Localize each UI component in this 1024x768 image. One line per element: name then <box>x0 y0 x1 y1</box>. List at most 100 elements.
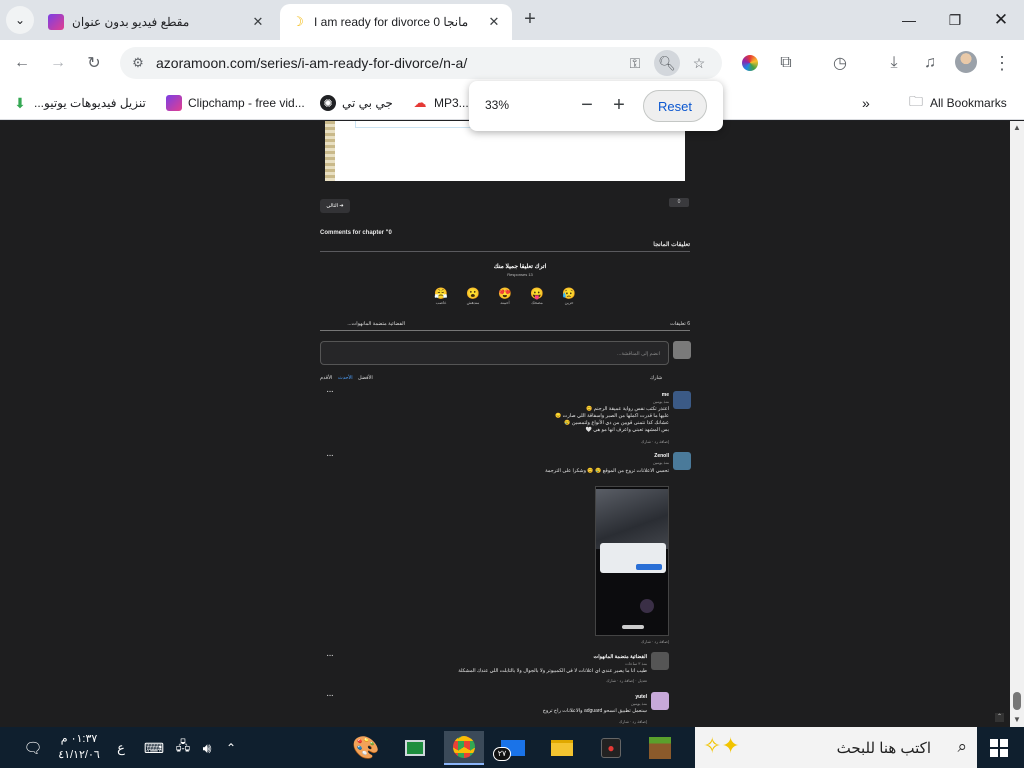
bookmark-clipchamp[interactable]: Clipchamp - free vid... <box>166 92 305 114</box>
tab-close-icon[interactable]: ✕ <box>250 14 266 30</box>
comment-actions[interactable]: إضافة رد · شارك <box>540 719 647 724</box>
comment-actions[interactable]: إضافة رد · شارك <box>560 439 669 444</box>
comment-actions[interactable]: إضافة رد · شارك <box>560 639 669 644</box>
taskbar-mail[interactable]: ٢٧ <box>493 731 533 765</box>
manga-border-decoration <box>325 121 335 181</box>
clipchamp-favicon-icon <box>48 14 64 30</box>
minimize-button[interactable]: — <box>886 0 932 40</box>
bookmark-chatgpt[interactable]: ✺ جي بي تي <box>320 92 393 114</box>
chapter-counter: 0 <box>669 198 689 207</box>
close-window-button[interactable]: ✕ <box>978 0 1024 40</box>
password-key-icon[interactable]: ⚿ <box>622 50 648 76</box>
taskbar-minecraft[interactable] <box>640 731 680 765</box>
comment-author[interactable]: Zenoll <box>600 453 669 459</box>
love-emoji-icon: 😍 <box>498 288 512 300</box>
bookmark-youtube-downloader[interactable]: ⬇ تنزيل فيديوهات يوتيو... <box>12 92 146 114</box>
zoom-out-button[interactable]: − <box>575 94 599 118</box>
comment-author[interactable]: الفضائية متضمة المانهوات <box>560 654 647 660</box>
forward-button[interactable]: → <box>44 49 72 77</box>
scroll-up-arrow-icon[interactable]: ▲ <box>1010 121 1024 135</box>
tab-video[interactable]: مقطع فيديو بدون عنوان ✕ <box>38 4 276 40</box>
comment-text: اعتذر تكتب نفس رواية عميقة الرجنم 😊 <box>586 406 669 412</box>
taskbar-search[interactable]: ⌕ اكتب هنا للبحث ✦✧ <box>695 727 977 768</box>
reaction-love[interactable]: 😍 أحببته <box>497 287 513 305</box>
new-tab-button[interactable]: + <box>518 9 542 30</box>
volume-icon[interactable]: 🔊︎ <box>196 733 218 763</box>
tab-manga[interactable]: ☽ مانجا I am ready for divorce 0 ✕ <box>280 4 512 40</box>
comment-menu-icon[interactable]: ··· <box>326 690 334 701</box>
bookmark-label: Clipchamp - free vid... <box>188 96 305 110</box>
next-chapter-button[interactable]: التالي ➔ <box>320 199 350 213</box>
network-icon[interactable]: 🖧 <box>172 733 194 763</box>
comment-menu-icon[interactable]: ··· <box>326 450 334 461</box>
share-button[interactable]: شارك <box>650 375 662 381</box>
reaction-label: مضحك <box>531 300 543 305</box>
clock-date: ٤١/١٢/٠٦ <box>58 749 100 761</box>
page-scrollbar[interactable]: ▲ ▼ <box>1010 121 1024 727</box>
taskbar-recorder[interactable]: ● <box>591 731 631 765</box>
angry-emoji-icon: 😤 <box>434 288 448 300</box>
scroll-top-button[interactable]: ⌃ <box>995 713 1004 722</box>
reaction-angry[interactable]: 😤 غاضب <box>433 287 449 305</box>
green-download-icon: ⬇ <box>14 94 26 111</box>
taskbar-chrome[interactable] <box>444 731 484 765</box>
download-icon[interactable]: ⤓ <box>880 49 908 77</box>
comments-count: 6 تعليقات <box>670 321 690 327</box>
comment-text: طيب انا ما يصير عندي اي اعلانات لا في ال… <box>458 668 647 674</box>
cloud-upload-icon: ☁ <box>413 95 427 110</box>
zoom-in-button[interactable]: + <box>607 94 631 118</box>
comment-avatar <box>673 391 691 409</box>
kebab-menu-icon[interactable]: ⋮ <box>988 49 1016 77</box>
scroll-down-arrow-icon[interactable]: ▼ <box>1010 713 1024 727</box>
bookmark-label: جي بي تي <box>342 96 393 110</box>
system-clock[interactable]: ٠١:٣٧ م ٤١/١٢/٠٦ <box>54 731 104 763</box>
bookmark-star-icon[interactable]: ☆ <box>686 50 712 76</box>
comment-text: تحسي الاعلانات تروح من الموقع 😢 😊 وشكرا … <box>545 468 669 474</box>
taskbar-paint[interactable]: 🎨 <box>346 731 386 765</box>
media-control-icon[interactable]: ♫ <box>916 49 944 77</box>
input-language[interactable]: ع <box>112 733 130 763</box>
zoom-reset-button[interactable]: Reset <box>643 90 707 122</box>
sort-best[interactable]: الأفضل <box>358 375 373 381</box>
chevron-up-icon[interactable]: ⌃ <box>222 733 240 763</box>
address-bar[interactable]: ⚙ azoramoon.com/series/i-am-ready-for-di… <box>120 47 722 79</box>
community-link[interactable]: الفضائية متضمة المانهوات... <box>325 321 405 327</box>
bookmark-mp3[interactable]: ☁ MP3... <box>412 92 469 114</box>
tab-close-icon[interactable]: ✕ <box>486 14 502 30</box>
extensions-puzzle-icon[interactable]: ⧉ <box>772 49 800 77</box>
sort-newest[interactable]: الأحدث <box>338 375 353 381</box>
bookmarks-overflow-button[interactable]: » <box>862 92 870 114</box>
comment-text: سنعمل تطبيق انسحو adguard والاعلانات راح… <box>542 708 647 714</box>
reaction-surprised[interactable]: 😮 مندهش <box>465 287 481 305</box>
restore-button[interactable]: ❐ <box>932 0 978 40</box>
comment-menu-icon[interactable]: ··· <box>326 386 334 397</box>
windows-logo-icon <box>990 739 998 747</box>
notifications-icon[interactable]: 🗨 <box>20 733 46 763</box>
keyboard-icon[interactable]: ⌨ <box>142 733 166 763</box>
color-extension-icon[interactable] <box>736 49 764 77</box>
taskbar-monitor-app[interactable] <box>395 731 435 765</box>
reaction-label: مندهش <box>466 300 480 305</box>
site-info-icon[interactable]: ⚙ <box>124 55 152 71</box>
comment-author[interactable]: me <box>600 392 669 398</box>
zoom-icon[interactable]: 🔍︎ <box>654 50 680 76</box>
comment-time: منذ يومين <box>652 399 669 404</box>
back-button[interactable]: ← <box>8 49 36 77</box>
reaction-funny[interactable]: 😛 مضحك <box>529 287 545 305</box>
reload-button[interactable]: ↻ <box>80 49 108 77</box>
comment-input[interactable]: انضم إلى المناقشة... <box>320 341 669 365</box>
start-button[interactable] <box>990 739 1008 757</box>
comment-author[interactable]: yutel <box>580 694 647 700</box>
url-text[interactable]: azoramoon.com/series/i-am-ready-for-divo… <box>156 55 467 71</box>
surprised-emoji-icon: 😮 <box>466 288 480 300</box>
sort-oldest[interactable]: الأقدم <box>320 375 332 381</box>
reaction-sad[interactable]: 😥 حزين <box>561 287 577 305</box>
all-bookmarks-button[interactable]: 🗀 All Bookmarks <box>908 92 1007 114</box>
comment-actions[interactable]: تعديل · إضافة رد · شارك <box>540 678 647 683</box>
comment-menu-icon[interactable]: ··· <box>326 650 334 661</box>
taskbar-file-explorer[interactable] <box>542 731 582 765</box>
scrollbar-thumb[interactable] <box>1013 692 1021 710</box>
profile-avatar[interactable] <box>955 51 977 73</box>
tab-search-button[interactable]: ⌄ <box>6 6 34 34</box>
history-icon[interactable]: ◷ <box>826 49 854 77</box>
